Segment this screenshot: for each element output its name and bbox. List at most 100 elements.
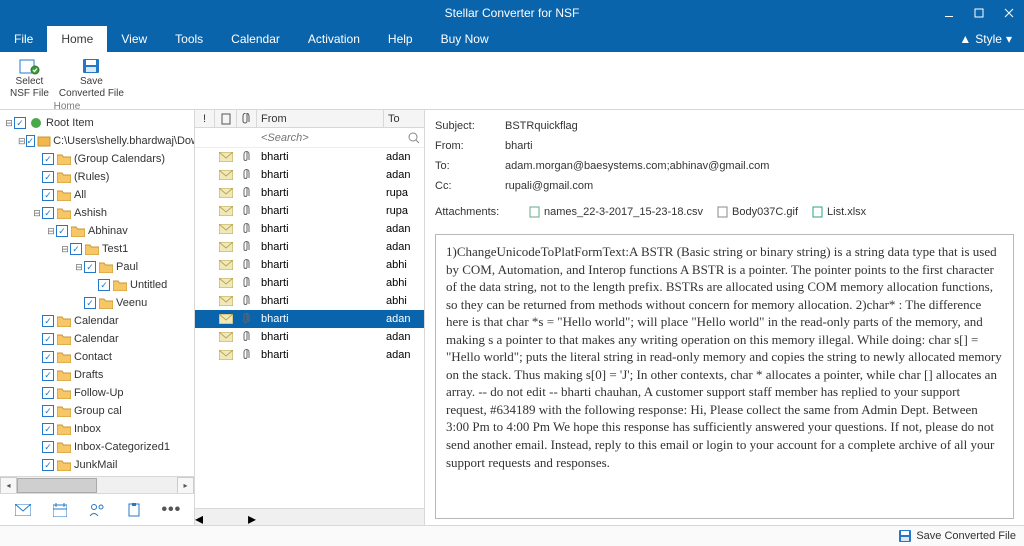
tree-checkbox[interactable]: ✓ bbox=[42, 423, 54, 435]
expand-toggle[interactable]: ⊟ bbox=[4, 118, 14, 129]
tree-row[interactable]: ⊟✓Root Item bbox=[0, 114, 194, 132]
tree-row[interactable]: ✓Drafts bbox=[0, 366, 194, 384]
tree-row[interactable]: ⊟✓C:\Users\shelly.bhardwaj\Downl bbox=[0, 132, 194, 150]
mail-row[interactable]: bhartiabhi bbox=[195, 292, 424, 310]
mail-row[interactable]: bhartiabhi bbox=[195, 274, 424, 292]
menu-help[interactable]: Help bbox=[374, 26, 427, 52]
tree-row[interactable]: ⊟✓Paul bbox=[0, 258, 194, 276]
attachment-1[interactable]: names_22-3-2017_15-23-18.csv bbox=[529, 206, 703, 218]
tree-checkbox[interactable]: ✓ bbox=[70, 243, 82, 255]
tree-row[interactable]: ✓Untitled bbox=[0, 276, 194, 294]
tree-row[interactable]: ✓Inbox bbox=[0, 420, 194, 438]
tree-row[interactable]: ✓(Group Calendars) bbox=[0, 150, 194, 168]
tree-row[interactable]: ✓JunkMail bbox=[0, 456, 194, 474]
mail-scroll-left[interactable]: ◂ bbox=[195, 509, 203, 525]
menu-buynow[interactable]: Buy Now bbox=[427, 26, 503, 52]
save-converted-file-button[interactable]: Save Converted File bbox=[55, 54, 128, 101]
scroll-thumb[interactable] bbox=[17, 478, 97, 493]
mail-row[interactable]: bhartiadan bbox=[195, 346, 424, 364]
mail-row[interactable]: bhartiadan bbox=[195, 238, 424, 256]
tree-row[interactable]: ✓Veenu bbox=[0, 294, 194, 312]
mail-row[interactable]: bhartirupa bbox=[195, 184, 424, 202]
menu-home[interactable]: Home bbox=[47, 26, 107, 52]
mail-list-hscrollbar[interactable]: ◂ ▸ bbox=[195, 508, 424, 525]
menu-calendar[interactable]: Calendar bbox=[217, 26, 294, 52]
tree-checkbox[interactable]: ✓ bbox=[42, 153, 54, 165]
tree-checkbox[interactable]: ✓ bbox=[56, 225, 68, 237]
tree-checkbox[interactable]: ✓ bbox=[42, 333, 54, 345]
tree-row[interactable]: ✓Contact bbox=[0, 348, 194, 366]
nav-tasks-icon[interactable] bbox=[123, 499, 145, 521]
mail-row[interactable]: bhartiadan bbox=[195, 166, 424, 184]
tree-row[interactable]: ⊟✓Abhinav bbox=[0, 222, 194, 240]
tree-checkbox[interactable]: ✓ bbox=[42, 387, 54, 399]
expand-toggle[interactable]: ⊟ bbox=[60, 244, 70, 255]
mail-row[interactable]: bhartiadan bbox=[195, 310, 424, 328]
tree-checkbox[interactable]: ✓ bbox=[42, 405, 54, 417]
tree-checkbox[interactable]: ✓ bbox=[42, 441, 54, 453]
folder-tree[interactable]: ⊟✓Root Item⊟✓C:\Users\shelly.bhardwaj\Do… bbox=[0, 110, 194, 476]
tree-row[interactable]: ✓(Rules) bbox=[0, 168, 194, 186]
nav-mail-icon[interactable] bbox=[12, 499, 34, 521]
menu-tools[interactable]: Tools bbox=[161, 26, 217, 52]
menu-view[interactable]: View bbox=[107, 26, 161, 52]
tree-checkbox[interactable]: ✓ bbox=[84, 297, 96, 309]
envelope-icon bbox=[215, 224, 237, 234]
mail-row[interactable]: bhartiadan bbox=[195, 328, 424, 346]
tree-checkbox[interactable]: ✓ bbox=[42, 369, 54, 381]
expand-toggle[interactable]: ⊟ bbox=[18, 136, 26, 147]
attachment-2[interactable]: Body037C.gif bbox=[717, 206, 798, 218]
col-attachment[interactable] bbox=[237, 110, 257, 127]
tree-checkbox[interactable]: ✓ bbox=[42, 189, 54, 201]
scroll-right-button[interactable]: ▸ bbox=[177, 477, 194, 494]
col-from[interactable]: From bbox=[257, 110, 384, 127]
mail-row[interactable]: bhartirupa bbox=[195, 202, 424, 220]
tree-row[interactable]: ✓All bbox=[0, 186, 194, 204]
save-status-label[interactable]: Save Converted File bbox=[916, 530, 1016, 542]
tree-checkbox[interactable]: ✓ bbox=[42, 207, 54, 219]
scroll-left-button[interactable]: ◂ bbox=[0, 477, 17, 494]
tree-checkbox[interactable]: ✓ bbox=[14, 117, 26, 129]
nav-contacts-icon[interactable] bbox=[86, 499, 108, 521]
expand-toggle[interactable]: ⊟ bbox=[32, 208, 42, 219]
menu-file[interactable]: File bbox=[0, 26, 47, 52]
mail-list[interactable]: bhartiadanbhartiadanbhartirupabhartirupa… bbox=[195, 148, 424, 508]
tree-row[interactable]: ✓Calendar bbox=[0, 330, 194, 348]
save-status-icon[interactable] bbox=[898, 529, 912, 543]
nav-more-icon[interactable]: ••• bbox=[160, 499, 182, 521]
tree-row[interactable]: ✓Calendar bbox=[0, 312, 194, 330]
tree-checkbox[interactable]: ✓ bbox=[42, 315, 54, 327]
tree-checkbox[interactable]: ✓ bbox=[42, 459, 54, 471]
mail-row[interactable]: bhartiadan bbox=[195, 148, 424, 166]
tree-row[interactable]: ✓Group cal bbox=[0, 402, 194, 420]
tree-checkbox[interactable]: ✓ bbox=[98, 279, 110, 291]
tree-row[interactable]: ✓Inbox-Categorized1 bbox=[0, 438, 194, 456]
tree-row[interactable]: ✓Follow-Up bbox=[0, 384, 194, 402]
mail-row[interactable]: bhartiabhi bbox=[195, 256, 424, 274]
menu-style[interactable]: ▲ Style ▾ bbox=[947, 26, 1024, 52]
col-to[interactable]: To bbox=[384, 110, 424, 127]
col-icon[interactable] bbox=[215, 110, 237, 127]
close-button[interactable] bbox=[994, 0, 1024, 26]
tree-checkbox[interactable]: ✓ bbox=[42, 351, 54, 363]
tree-hscrollbar[interactable]: ◂ ▸ bbox=[0, 476, 194, 493]
tree-checkbox[interactable]: ✓ bbox=[84, 261, 96, 273]
attachment-3[interactable]: List.xlsx bbox=[812, 206, 866, 218]
minimize-button[interactable] bbox=[934, 0, 964, 26]
nav-calendar-icon[interactable] bbox=[49, 499, 71, 521]
tree-checkbox[interactable]: ✓ bbox=[26, 135, 36, 147]
mail-body[interactable]: 1)ChangeUnicodeToPlatFormText:A BSTR (Ba… bbox=[435, 234, 1014, 519]
mail-row[interactable]: bhartiadan bbox=[195, 220, 424, 238]
select-nsf-file-button[interactable]: Select NSF File bbox=[6, 54, 53, 101]
mail-scroll-right[interactable]: ▸ bbox=[248, 509, 256, 525]
menu-activation[interactable]: Activation bbox=[294, 26, 374, 52]
expand-toggle[interactable]: ⊟ bbox=[46, 226, 56, 237]
tree-row[interactable]: ⊟✓Test1 bbox=[0, 240, 194, 258]
search-icon[interactable] bbox=[404, 132, 424, 144]
expand-toggle[interactable]: ⊟ bbox=[74, 262, 84, 273]
maximize-button[interactable] bbox=[964, 0, 994, 26]
tree-checkbox[interactable]: ✓ bbox=[42, 171, 54, 183]
search-input[interactable] bbox=[257, 132, 404, 144]
col-importance[interactable]: ! bbox=[195, 110, 215, 127]
tree-row[interactable]: ⊟✓Ashish bbox=[0, 204, 194, 222]
